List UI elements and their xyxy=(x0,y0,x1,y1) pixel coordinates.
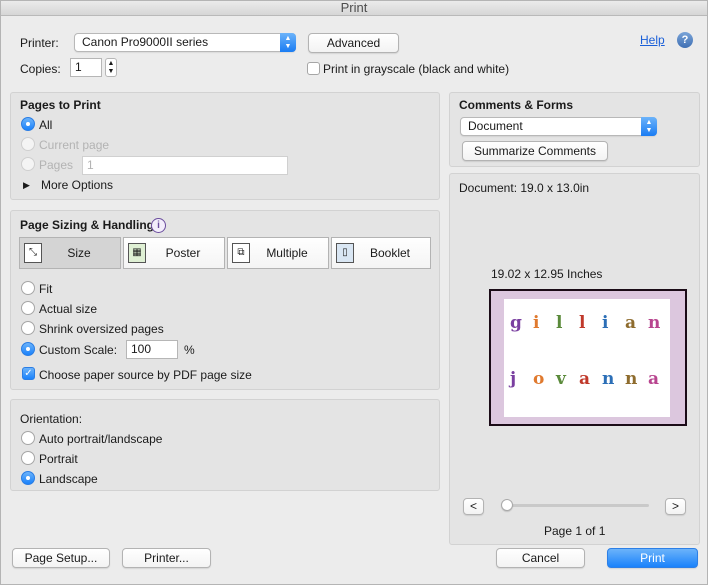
window-title: Print xyxy=(1,1,707,16)
radio-fit-label: Fit xyxy=(39,282,53,296)
copies-label: Copies: xyxy=(20,62,61,76)
pages-range-value: 1 xyxy=(87,158,94,172)
radio-landscape[interactable] xyxy=(21,471,35,485)
preview-letter: a xyxy=(648,369,660,389)
preview-letter: g xyxy=(510,313,522,333)
paper-source-label: Choose paper source by PDF page size xyxy=(39,368,252,382)
radio-all[interactable] xyxy=(21,117,35,131)
printer-select-value: Canon Pro9000II series xyxy=(82,35,209,49)
grayscale-checkbox[interactable] xyxy=(307,62,320,75)
disclosure-triangle-icon[interactable]: ▶ xyxy=(23,178,30,192)
copies-field[interactable]: 1 xyxy=(70,58,102,77)
chevron-updown-icon: ▲ ▼ xyxy=(280,33,296,52)
page-indicator: Page 1 of 1 xyxy=(544,524,606,538)
radio-fit[interactable] xyxy=(21,281,35,295)
page-slider-knob[interactable] xyxy=(501,499,513,511)
radio-actual-size[interactable] xyxy=(21,301,35,315)
radio-auto-orientation-label: Auto portrait/landscape xyxy=(39,432,163,446)
custom-scale-value: 100 xyxy=(131,342,152,356)
mode-booklet-button[interactable]: ▯ Booklet xyxy=(331,237,431,269)
preview-letter: n xyxy=(602,369,615,389)
radio-landscape-label: Landscape xyxy=(39,472,98,486)
printer-select[interactable]: Canon Pro9000II series ▲ ▼ xyxy=(74,33,296,52)
info-icon[interactable]: i xyxy=(151,218,166,233)
orientation-title: Orientation: xyxy=(20,412,83,426)
page-slider-track[interactable] xyxy=(506,504,649,507)
radio-custom-scale[interactable] xyxy=(21,342,35,356)
next-page-button[interactable]: > xyxy=(665,498,686,515)
help-link[interactable]: Help xyxy=(640,33,665,47)
more-options-label[interactable]: More Options xyxy=(41,178,113,192)
preview-letter: a xyxy=(579,369,591,389)
printer-button[interactable]: Printer... xyxy=(122,548,211,568)
mode-size-button[interactable]: ⤡ Size xyxy=(19,237,121,269)
print-dialog: Print Printer: Canon Pro9000II series ▲ ▼… xyxy=(0,0,708,585)
radio-shrink-oversized[interactable] xyxy=(21,321,35,335)
mode-multiple-label: Multiple xyxy=(266,246,308,260)
grayscale-label: Print in grayscale (black and white) xyxy=(323,62,510,76)
print-button[interactable]: Print xyxy=(607,548,698,568)
comments-forms-select[interactable]: Document ▲ ▼ xyxy=(460,117,657,136)
radio-pages-label: Pages xyxy=(39,158,74,172)
advanced-button[interactable]: Advanced xyxy=(308,33,399,53)
preview-letter: n xyxy=(648,313,661,333)
comments-forms-value: Document xyxy=(468,119,523,133)
preview-letter: v xyxy=(556,369,566,389)
paper-size-label: 19.02 x 12.95 Inches xyxy=(491,267,603,281)
custom-scale-unit: % xyxy=(184,343,195,357)
radio-portrait-label: Portrait xyxy=(39,452,78,466)
help-icon[interactable]: ? xyxy=(677,32,693,48)
pages-to-print-title: Pages to Print xyxy=(20,98,101,112)
summarize-comments-button[interactable]: Summarize Comments xyxy=(462,141,608,161)
preview-letter: n xyxy=(625,369,638,389)
previous-page-button[interactable]: < xyxy=(463,498,484,515)
radio-all-label: All xyxy=(39,118,53,132)
mode-multiple-button[interactable]: ⧉ Multiple xyxy=(227,237,329,269)
preview-page: gillian jovanna xyxy=(504,299,670,417)
cancel-button[interactable]: Cancel xyxy=(496,548,585,568)
radio-current-page[interactable] xyxy=(21,137,35,151)
copies-value: 1 xyxy=(75,60,82,74)
radio-portrait[interactable] xyxy=(21,451,35,465)
custom-scale-field[interactable]: 100 xyxy=(126,340,178,359)
page-sizing-title: Page Sizing & Handling xyxy=(20,218,155,232)
printer-label: Printer: xyxy=(20,36,59,50)
copies-stepper[interactable]: ▲ ▼ xyxy=(105,58,117,77)
radio-current-page-label: Current page xyxy=(39,138,110,152)
mode-poster-label: Poster xyxy=(165,246,201,260)
document-size-label: Document: 19.0 x 13.0in xyxy=(459,181,590,195)
preview-letter: j xyxy=(510,369,517,389)
preview-letter: l xyxy=(556,313,563,333)
paper-source-checkbox[interactable]: ✓ xyxy=(22,367,35,380)
radio-actual-size-label: Actual size xyxy=(39,302,98,316)
radio-auto-orientation[interactable] xyxy=(21,431,35,445)
page-setup-button[interactable]: Page Setup... xyxy=(12,548,110,568)
pages-range-field[interactable]: 1 xyxy=(82,156,288,175)
mode-size-label: Size xyxy=(67,246,91,260)
radio-custom-scale-label: Custom Scale: xyxy=(39,343,118,357)
preview-letter: o xyxy=(533,369,545,389)
mode-booklet-label: Booklet xyxy=(369,246,411,260)
preview-letter: l xyxy=(579,313,586,333)
radio-pages[interactable] xyxy=(21,157,35,171)
preview-letter: i xyxy=(602,313,609,333)
chevron-updown-icon: ▲ ▼ xyxy=(641,117,657,136)
preview-letter: a xyxy=(625,313,637,333)
mode-poster-button[interactable]: ▦ Poster xyxy=(123,237,225,269)
page-preview: gillian jovanna xyxy=(489,289,687,426)
preview-letter: i xyxy=(533,313,540,333)
comments-forms-title: Comments & Forms xyxy=(459,98,574,112)
radio-shrink-oversized-label: Shrink oversized pages xyxy=(39,322,164,336)
